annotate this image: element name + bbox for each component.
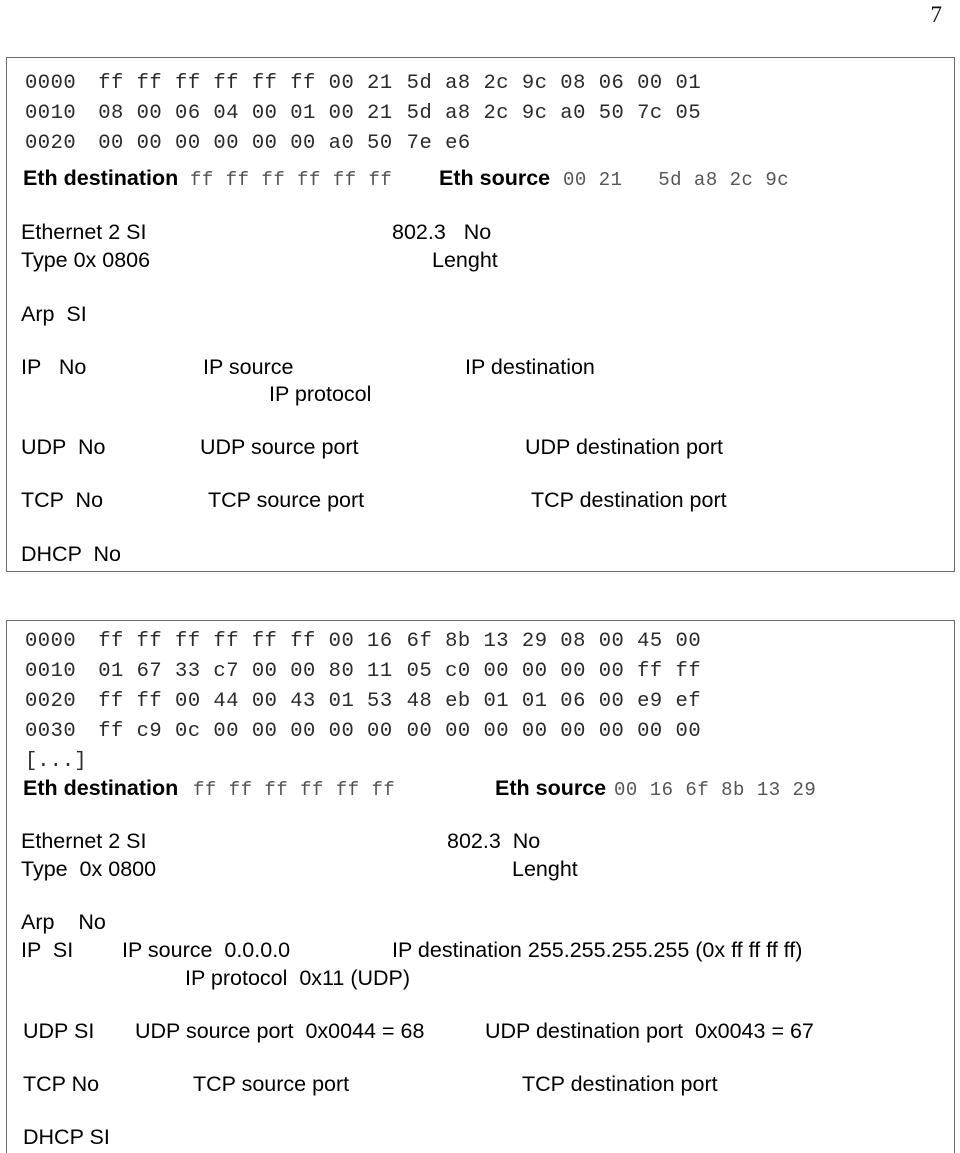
hexdump-bytes-right: 5d a8 2c 9c a0 50 7c 05 <box>406 102 702 125</box>
udp-source-port-label: UDP source port <box>200 435 359 459</box>
udp-label: UDP No <box>21 435 106 459</box>
arp-packet-panel: 0000 ff ff ff ff ff ff 00 21 5d a8 2c 9c 0… <box>6 57 955 572</box>
hexdump-offset: 0020 <box>25 690 77 713</box>
hexdump-offset: 0010 <box>25 102 77 125</box>
hexdump-offset: 0010 <box>25 660 77 683</box>
hexdump-bytes-left: ff ff 00 44 00 43 01 53 <box>98 690 393 713</box>
hexdump-row: 0010 01 67 33 c7 00 00 80 11 05 c0 00 00 0… <box>25 660 702 683</box>
tcp-label: TCP No <box>21 488 104 512</box>
eth-destination-label: Eth destination <box>23 166 179 190</box>
udp-label: UDP SI <box>23 1019 95 1043</box>
ethernet2-label: Ethernet 2 SI <box>21 220 147 244</box>
hexdump-offset: 0000 <box>25 630 77 653</box>
hexdump-bytes-right: 5d a8 2c 9c 08 06 00 01 <box>406 72 702 95</box>
hexdump-bytes-left: 00 00 00 00 00 00 a0 50 <box>98 132 393 155</box>
ethernet-type-label: Type 0x 0800 <box>21 857 157 881</box>
tcp-source-port-label: TCP source port <box>208 488 365 512</box>
arp-label: Arp SI <box>21 302 87 326</box>
hexdump-row: 0030 ff c9 0c 00 00 00 00 00 00 00 00 00 0… <box>25 720 702 743</box>
ethernet2-label: Ethernet 2 SI <box>21 829 147 853</box>
udp-destination-port-label: UDP destination port <box>525 435 723 459</box>
dot3-label: 802.3 No <box>447 829 541 853</box>
hexdump-row: 0020 ff ff 00 44 00 43 01 53 48 eb 01 01 0… <box>25 690 702 713</box>
hexdump-bytes-right: 7e e6 <box>406 132 471 155</box>
hexdump-bytes-left: 08 00 06 04 00 01 00 21 <box>98 102 393 125</box>
hexdump-continuation: [...] <box>25 750 87 773</box>
hexdump-row: 0010 08 00 06 04 00 01 00 21 5d a8 2c 9c a… <box>25 102 702 125</box>
eth-source-label: Eth source <box>495 776 607 800</box>
dot3-label: 802.3 No <box>392 220 492 244</box>
ip-source-label: IP source <box>203 355 294 379</box>
ip-protocol-label: IP protocol 0x11 (UDP) <box>185 966 411 990</box>
lenght-label: Lenght <box>432 248 498 272</box>
udp-destination-port-label: UDP destination port 0x0043 = 67 <box>485 1019 814 1043</box>
ip-protocol-label: IP protocol <box>269 382 372 406</box>
dhcp-label: DHCP SI <box>23 1125 110 1149</box>
eth-source-label: Eth source <box>439 166 551 190</box>
lenght-label: Lenght <box>512 857 578 881</box>
tcp-source-port-label: TCP source port <box>193 1072 350 1096</box>
eth-destination-label: Eth destination <box>23 776 179 800</box>
hexdump-offset: 0020 <box>25 132 77 155</box>
ip-destination-label: IP destination 255.255.255.255 (0x ff ff… <box>392 938 803 962</box>
hexdump-bytes-left: ff ff ff ff ff ff 00 21 <box>98 72 393 95</box>
hexdump-bytes-left: ff ff ff ff ff ff 00 16 <box>98 630 393 653</box>
hexdump-bytes-right: 00 00 00 00 00 00 00 00 <box>406 720 702 743</box>
eth-destination-value: ff ff ff ff ff ff <box>190 169 393 191</box>
page-number: 7 <box>930 2 943 27</box>
hexdump-row: 0020 00 00 00 00 00 00 a0 50 7e e6 <box>25 132 471 155</box>
hexdump-bytes-right: 05 c0 00 00 00 00 ff ff <box>406 660 702 683</box>
hexdump-bytes-right: 48 eb 01 01 06 00 e9 ef <box>406 690 702 713</box>
tcp-destination-port-label: TCP destination port <box>522 1072 718 1096</box>
ip-source-label: IP source 0.0.0.0 <box>122 938 291 962</box>
eth-source-value: 00 16 6f 8b 13 29 <box>614 779 817 801</box>
eth-destination-value: ff ff ff ff ff ff <box>193 779 396 801</box>
hexdump-offset: 0030 <box>25 720 77 743</box>
ip-label: IP No <box>21 355 87 379</box>
hexdump-bytes-right: 6f 8b 13 29 08 00 45 00 <box>406 630 702 653</box>
hexdump-offset: 0000 <box>25 72 77 95</box>
tcp-destination-port-label: TCP destination port <box>531 488 727 512</box>
tcp-label: TCP No <box>23 1072 100 1096</box>
dhcp-packet-panel: 0000 ff ff ff ff ff ff 00 16 6f 8b 13 29 0… <box>6 620 955 1153</box>
ip-label: IP SI <box>21 938 74 962</box>
hexdump-row: 0000 ff ff ff ff ff ff 00 21 5d a8 2c 9c 0… <box>25 72 702 95</box>
hexdump-bytes-left: 01 67 33 c7 00 00 80 11 <box>98 660 393 683</box>
udp-source-port-label: UDP source port 0x0044 = 68 <box>135 1019 425 1043</box>
ip-destination-label: IP destination <box>465 355 595 379</box>
arp-label: Arp No <box>21 910 106 934</box>
dhcp-label: DHCP No <box>21 542 121 566</box>
eth-source-value: 00 21 5d a8 2c 9c <box>563 169 790 191</box>
ethernet-type-label: Type 0x 0806 <box>21 248 151 272</box>
hexdump-row: 0000 ff ff ff ff ff ff 00 16 6f 8b 13 29 0… <box>25 630 702 653</box>
hexdump-bytes-left: ff c9 0c 00 00 00 00 00 <box>98 720 393 743</box>
